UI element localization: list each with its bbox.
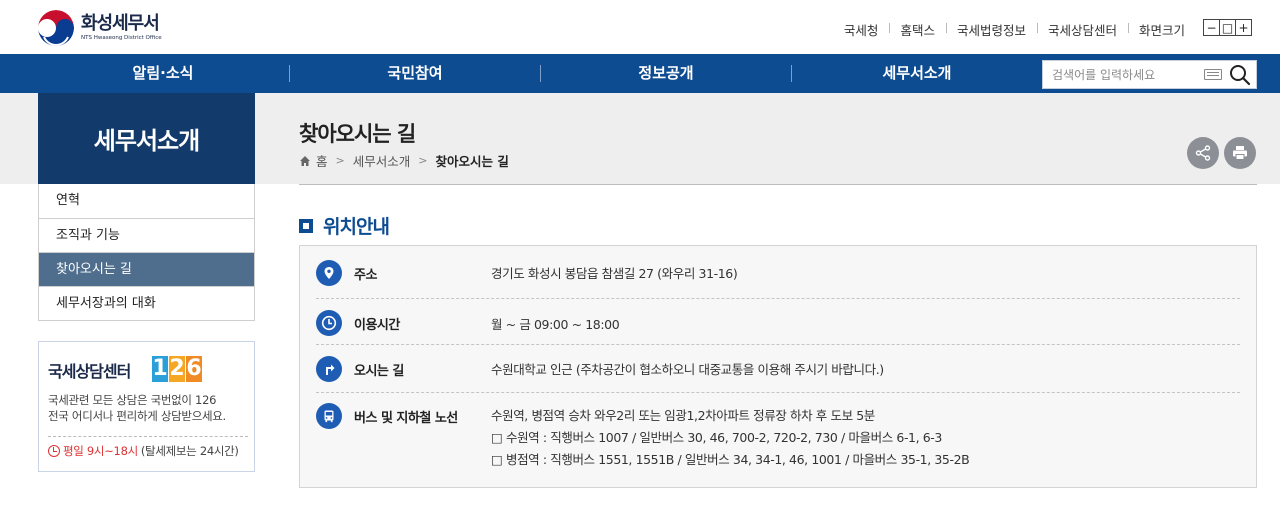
chevron-right-icon: > xyxy=(335,154,345,167)
share-button[interactable] xyxy=(1187,137,1219,169)
hours-value: 월 ~ 금 09:00 ~ 18:00 xyxy=(491,317,620,332)
util-link-counsel[interactable]: 국세상담센터 xyxy=(1036,20,1128,39)
call-digit: 1 xyxy=(152,356,168,382)
logo-title: 화성세무서 xyxy=(81,13,160,34)
clock-icon xyxy=(48,445,60,457)
section-title-text: 위치안내 xyxy=(323,216,390,238)
zoom-in-button[interactable]: + xyxy=(1235,19,1252,36)
breadcrumb-about[interactable]: 세무서소개 xyxy=(353,151,411,170)
square-bullet-icon xyxy=(299,218,313,233)
site-logo[interactable]: 화성세무서 NTS Hwaseong District Office xyxy=(38,10,162,46)
lnb-title: 세무서소개 xyxy=(38,93,255,184)
zoom-reset-button[interactable]: □ xyxy=(1219,19,1236,36)
call-hours: 평일 9시~18시 (탈세제보는 24시간) xyxy=(48,443,239,459)
util-link-law[interactable]: 국세법령정보 xyxy=(945,20,1037,39)
lnb-item-organization[interactable]: 조직과 기능 xyxy=(39,218,254,252)
taegeuk-logo-icon xyxy=(38,10,74,46)
lnb-item-directions[interactable]: 찾아오시는 길 xyxy=(39,252,254,286)
info-row-hours: 이용시간 월 ~ 금 09:00 ~ 18:00 xyxy=(316,298,1240,344)
directions-value: 수원대학교 인근 (주차공간이 협소하오니 대중교통을 이용해 주시기 바랍니다… xyxy=(491,362,884,377)
call-center-title: 국세상담센터 xyxy=(48,362,131,381)
print-button[interactable] xyxy=(1224,137,1256,169)
gnb-item-about[interactable]: 세무서소개 xyxy=(792,54,1042,93)
utility-links: 국세청 홈택스 국세법령정보 국세상담센터 화면크기 xyxy=(833,20,1196,39)
logo-subtitle: NTS Hwaseong District Office xyxy=(81,35,162,41)
transit-line: 수원역, 병점역 승차 와우2리 또는 임광1,2차아파트 정류장 하차 후 도… xyxy=(491,408,875,423)
search-icon xyxy=(1230,65,1251,86)
title-divider xyxy=(299,184,1257,185)
top-header: 화성세무서 NTS Hwaseong District Office 국세청 홈… xyxy=(0,0,1280,54)
call-desc-line: 국세관련 모든 상담은 국번없이 126 xyxy=(48,393,217,407)
breadcrumb: 홈 > 세무서소개 > 찾아오시는 길 xyxy=(299,151,509,170)
transit-line: □ 수원역 : 직행버스 1007 / 일반버스 30, 46, 700-2, … xyxy=(491,430,942,445)
location-pin-icon xyxy=(316,260,342,286)
gnb-item-participation[interactable]: 국민참여 xyxy=(290,54,540,93)
call-center-banner[interactable]: 국세상담센터 1 2 6 국세관련 모든 상담은 국번없이 126 전국 어디서… xyxy=(38,341,255,472)
directions-sign-icon xyxy=(316,356,342,382)
call-desc-line: 전국 어디서나 편리하게 상담받으세요. xyxy=(48,409,226,423)
info-row-transit: 버스 및 지하철 노선 수원역, 병점역 승차 와우2리 또는 임광1,2차아파… xyxy=(316,392,1240,488)
search-box xyxy=(1042,60,1257,89)
util-link-nts[interactable]: 국세청 xyxy=(833,20,890,39)
info-label: 주소 xyxy=(354,268,377,283)
screen-size-label: 화면크기 xyxy=(1127,20,1196,39)
search-input[interactable] xyxy=(1052,61,1202,88)
home-icon xyxy=(300,155,310,166)
lnb-item-history[interactable]: 연혁 xyxy=(39,184,254,218)
lnb-menu: 연혁 조직과 기능 찾아오시는 길 세무서장과의 대화 xyxy=(38,184,255,321)
info-row-directions: 오시는 길 수원대학교 인근 (주차공간이 협소하오니 대중교통을 이용해 주시… xyxy=(316,344,1240,392)
lnb-item-director-talk[interactable]: 세무서장과의 대화 xyxy=(39,286,254,320)
main-nav: 알림·소식 국민참여 정보공개 세무서소개 xyxy=(0,54,1280,93)
call-center-number: 1 2 6 xyxy=(152,356,203,382)
call-divider xyxy=(48,436,248,437)
util-link-hometax[interactable]: 홈택스 xyxy=(889,20,946,39)
info-label: 오시는 길 xyxy=(354,364,404,379)
search-button[interactable] xyxy=(1229,64,1251,86)
location-info-box: 주소 경기도 화성시 봉담읍 참샘길 27 (와우리 31-16) 이용시간 월… xyxy=(299,245,1257,488)
printer-icon xyxy=(1233,146,1247,160)
info-row-address: 주소 경기도 화성시 봉담읍 참샘길 27 (와우리 31-16) xyxy=(316,246,1240,298)
transit-value: 수원역, 병점역 승차 와우2리 또는 임광1,2차아파트 정류장 하차 후 도… xyxy=(491,405,970,471)
breadcrumb-current: 찾아오시는 길 xyxy=(435,154,509,169)
transit-line: □ 병점역 : 직행버스 1551, 1551B / 일반버스 34, 34-1… xyxy=(491,452,970,467)
call-hours-note: (탈세제보는 24시간) xyxy=(140,444,239,458)
share-icon xyxy=(1195,145,1211,161)
page-title: 찾아오시는 길 xyxy=(299,122,416,146)
zoom-out-button[interactable]: − xyxy=(1203,19,1220,36)
section-title: 위치안내 xyxy=(299,212,390,239)
gnb-item-info[interactable]: 정보공개 xyxy=(541,54,791,93)
info-label: 버스 및 지하철 노선 xyxy=(354,411,458,426)
chevron-right-icon: > xyxy=(418,154,428,167)
call-hours-weekday: 평일 9시~18시 xyxy=(63,444,138,458)
call-digit: 2 xyxy=(169,356,185,382)
call-center-description: 국세관련 모든 상담은 국번없이 126 전국 어디서나 편리하게 상담받으세요… xyxy=(48,392,253,424)
call-digit: 6 xyxy=(186,356,202,382)
virtual-keyboard-icon[interactable] xyxy=(1204,69,1222,80)
breadcrumb-home[interactable]: 홈 xyxy=(316,151,328,170)
address-value: 경기도 화성시 봉담읍 참샘길 27 (와우리 31-16) xyxy=(491,266,738,281)
gnb-item-news[interactable]: 알림·소식 xyxy=(38,54,288,93)
clock-icon xyxy=(316,310,342,336)
bus-icon xyxy=(316,403,342,429)
info-label: 이용시간 xyxy=(354,318,400,333)
zoom-controls: − □ + xyxy=(1203,19,1252,36)
